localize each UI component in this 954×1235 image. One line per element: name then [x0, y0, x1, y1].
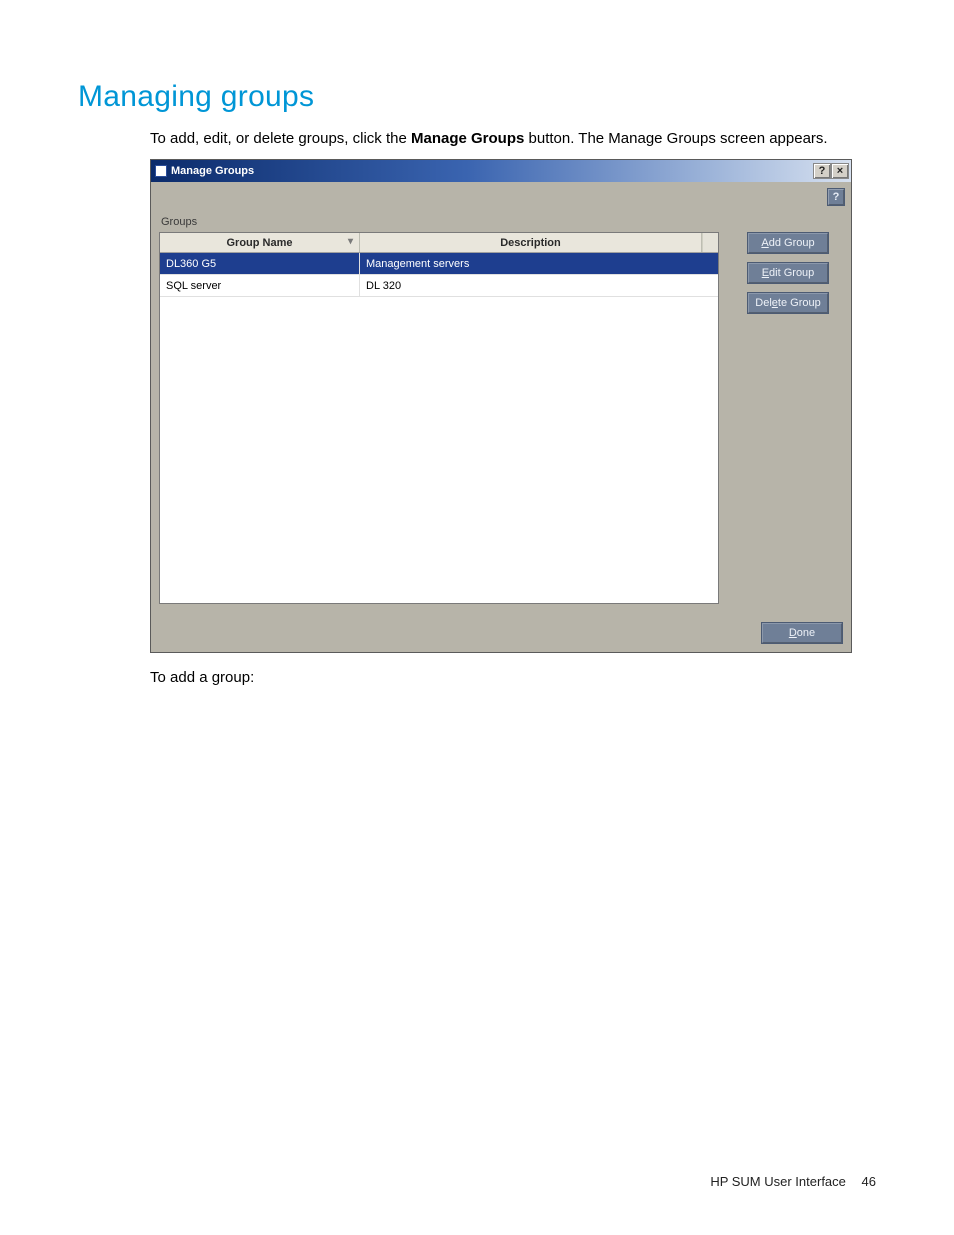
- button-label-prefix: Del: [755, 297, 772, 309]
- groups-label: Groups: [161, 216, 843, 228]
- intro-bold: Manage Groups: [411, 130, 524, 147]
- inline-help-button[interactable]: ?: [827, 188, 845, 206]
- scrollbar-gutter: [702, 233, 718, 252]
- side-button-group: Add Group Edit Group Delete Group: [747, 232, 829, 314]
- done-button[interactable]: Done: [761, 622, 843, 644]
- mnemonic: E: [762, 267, 769, 279]
- column-header-group-name-label: Group Name: [226, 237, 292, 249]
- footer-label: HP SUM User Interface: [710, 1174, 846, 1189]
- cell-description: Management servers: [360, 253, 718, 274]
- table-row[interactable]: SQL server DL 320: [160, 275, 718, 297]
- after-paragraph: To add a group:: [150, 669, 876, 686]
- delete-group-button[interactable]: Delete Group: [747, 292, 829, 314]
- add-group-button[interactable]: Add Group: [747, 232, 829, 254]
- intro-paragraph: To add, edit, or delete groups, click th…: [150, 128, 876, 149]
- table-header: Group Name ▾ Description: [160, 233, 718, 253]
- button-label-rest: dd Group: [769, 237, 815, 249]
- manage-groups-dialog: Manage Groups ? × ? Groups Group Name: [150, 159, 852, 653]
- button-label-rest: dit Group: [769, 267, 814, 279]
- help-button[interactable]: ?: [813, 163, 831, 179]
- table-row[interactable]: DL360 G5 Management servers: [160, 253, 718, 275]
- cell-group-name: DL360 G5: [160, 253, 360, 274]
- edit-group-button[interactable]: Edit Group: [747, 262, 829, 284]
- mnemonic: D: [789, 627, 797, 639]
- app-icon: [155, 165, 167, 177]
- table-body: DL360 G5 Management servers SQL server D…: [160, 253, 718, 603]
- intro-text-after: button. The Manage Groups screen appears…: [529, 130, 828, 147]
- cell-group-name: SQL server: [160, 275, 360, 296]
- titlebar: Manage Groups ? ×: [151, 160, 851, 182]
- dialog-top-area: ?: [151, 182, 851, 216]
- cell-description: DL 320: [360, 275, 718, 296]
- mnemonic: A: [761, 237, 768, 249]
- close-button[interactable]: ×: [831, 163, 849, 179]
- column-header-description[interactable]: Description: [360, 233, 702, 252]
- sort-indicator-icon: ▾: [348, 236, 353, 247]
- button-label-rest: one: [797, 627, 815, 639]
- button-label-rest: te Group: [778, 297, 821, 309]
- window-title: Manage Groups: [171, 165, 254, 177]
- column-header-description-label: Description: [500, 237, 561, 249]
- page-number: 46: [862, 1174, 876, 1189]
- intro-text-before: To add, edit, or delete groups, click th…: [150, 130, 411, 147]
- page-footer: HP SUM User Interface 46: [710, 1174, 876, 1189]
- groups-table: Group Name ▾ Description DL360 G5 M: [159, 232, 719, 604]
- dialog-footer: Done: [151, 612, 851, 652]
- page-heading: Managing groups: [78, 80, 876, 114]
- column-header-group-name[interactable]: Group Name ▾: [160, 233, 360, 252]
